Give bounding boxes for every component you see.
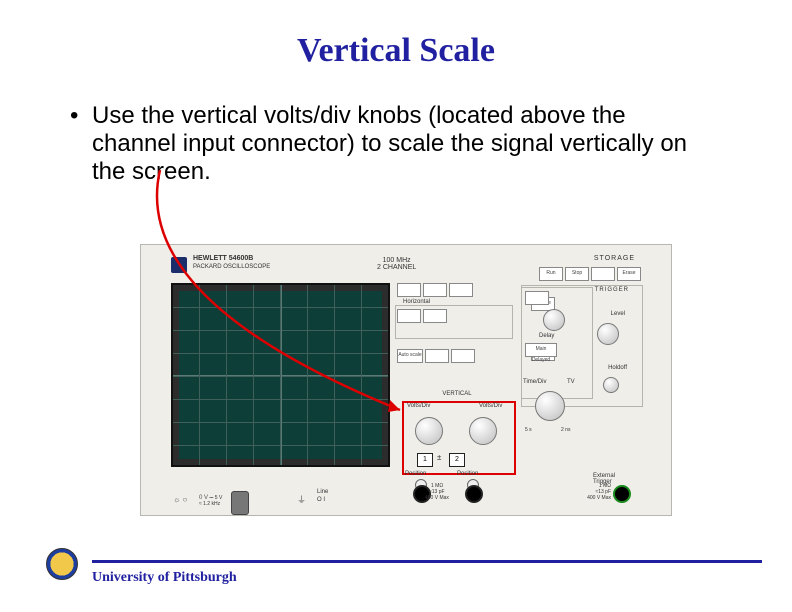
time-div-knob [535, 391, 565, 421]
volts-div-label: Volts/Div [407, 403, 430, 409]
btn-misc-row: Auto scale [397, 349, 475, 363]
storage-label: STORAGE [594, 255, 635, 262]
ch1-button: 1 [417, 453, 433, 467]
btn-c [451, 349, 475, 363]
cal-0v: 0 V ⎓ 5 V ≈ 1.2 kHz [199, 495, 222, 507]
line-label: Line [317, 489, 328, 495]
btn-meas2 [423, 283, 447, 297]
crt-screen [171, 283, 390, 467]
bullet-dot: • [70, 102, 78, 130]
ch2-position-label: Position [457, 471, 478, 477]
power-switch [231, 491, 249, 515]
ext-trigger-bnc [613, 485, 631, 503]
ch-vmax: 400 V Max [425, 495, 449, 501]
btn-run: Run [539, 267, 563, 281]
line-01: O I [317, 497, 325, 503]
brand-label-2: PACKARD OSCILLOSCOPE [193, 264, 270, 270]
btn-meas3 [449, 283, 473, 297]
volts-div-label-2: Volts/Div [479, 403, 502, 409]
btn-auto [591, 267, 615, 281]
time-div-label: Time/Div [523, 379, 546, 385]
btn-erase: Erase [617, 267, 641, 281]
ch1-volts-div-knob [415, 417, 443, 445]
vertical-section-label: VERTICAL [402, 391, 512, 397]
ch2-volts-div-knob [469, 417, 497, 445]
delay-label: Delay [539, 333, 554, 339]
trigger-label: TRIGGER [595, 287, 629, 293]
tv-label: TV [567, 379, 575, 385]
level-label: Level [611, 311, 625, 317]
hp-logo [171, 257, 187, 273]
time-5s: 5 s [525, 427, 532, 433]
save-recall-box [395, 305, 513, 339]
level-knob [597, 323, 619, 345]
holdoff-label: Holdoff [608, 365, 627, 371]
softkeys-horizontal [397, 283, 473, 297]
btn-meas [397, 283, 421, 297]
slide-title: Vertical Scale [0, 32, 792, 70]
btn-a: Auto scale [397, 349, 423, 363]
scope-panel: HEWLETT 54600B PACKARD OSCILLOSCOPE 100 … [147, 251, 665, 509]
bullet-text: • Use the vertical volts/div knobs (loca… [92, 102, 692, 186]
crt-grid [173, 285, 388, 465]
ch2-button: 2 [449, 453, 465, 467]
ch1-position-label: Position [405, 471, 426, 477]
time-2ns: 2 ns [561, 427, 570, 433]
oscilloscope-image: HEWLETT 54600B PACKARD OSCILLOSCOPE 100 … [140, 244, 672, 516]
delay-knob [543, 309, 565, 331]
footer-rule [92, 560, 762, 563]
btn-main [525, 291, 549, 305]
intensity-icon: ☼ ○ [173, 495, 187, 504]
bullet-body: Use the vertical volts/div knobs (locate… [92, 102, 687, 185]
ch2-bnc [465, 485, 483, 503]
holdoff-knob [603, 377, 619, 393]
bandwidth-label: 100 MHz2 CHANNEL [377, 257, 416, 271]
plus-minus-icon: ± [437, 453, 441, 462]
btn-main-delayed: Main Delayed [525, 343, 557, 357]
ground-icon: ⏚ [297, 493, 306, 506]
btn-b [425, 349, 449, 363]
h-row1 [525, 291, 549, 305]
btn-stop: Stop [565, 267, 589, 281]
storage-buttons: Run Stop Erase [539, 267, 641, 281]
h-row2: Main Delayed [525, 343, 557, 357]
university-seal-icon [46, 548, 78, 580]
ext-vmax: 400 V Max [587, 495, 611, 501]
brand-label: HEWLETT 54600B [193, 255, 253, 262]
university-name: University of Pittsburgh [92, 570, 237, 586]
